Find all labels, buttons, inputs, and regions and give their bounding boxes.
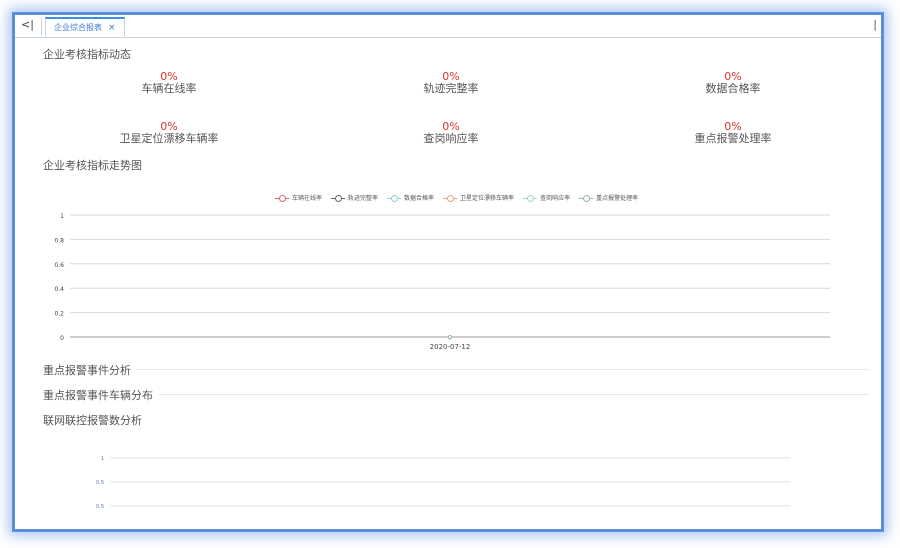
network-alarm-title: 联网联控报警数分析 xyxy=(43,414,142,427)
y-tick-label: 0.8 xyxy=(54,237,64,244)
y-tick-label: 0.4 xyxy=(54,286,64,293)
y-tick-label: 0.5 xyxy=(96,480,104,486)
y-tick-label: 1 xyxy=(101,456,104,462)
section-divider xyxy=(43,394,869,395)
y-tick-label: 0 xyxy=(60,335,64,342)
trend-chart: 1 0.8 0.6 0.4 0.2 0 2020-07-12 1 0.5 0.5 xyxy=(54,213,830,510)
app-frame: <| 企业综合报表 × | 企业考核指标动态 0% 车辆在线率 0% 轨迹完整率… xyxy=(12,12,884,532)
alarm-analysis-title: 重点报警事件分析 xyxy=(43,362,137,378)
y-tick-label: 0.2 xyxy=(54,311,64,318)
y-tick-label: 0.5 xyxy=(96,504,104,510)
section-divider xyxy=(43,369,869,370)
y-tick-label: 0.6 xyxy=(54,262,64,269)
x-tick-label: 2020-07-12 xyxy=(430,343,471,351)
alarm-vehicle-title: 重点报警事件车辆分布 xyxy=(43,387,159,403)
data-point xyxy=(448,335,452,339)
y-tick-label: 1 xyxy=(60,213,64,220)
